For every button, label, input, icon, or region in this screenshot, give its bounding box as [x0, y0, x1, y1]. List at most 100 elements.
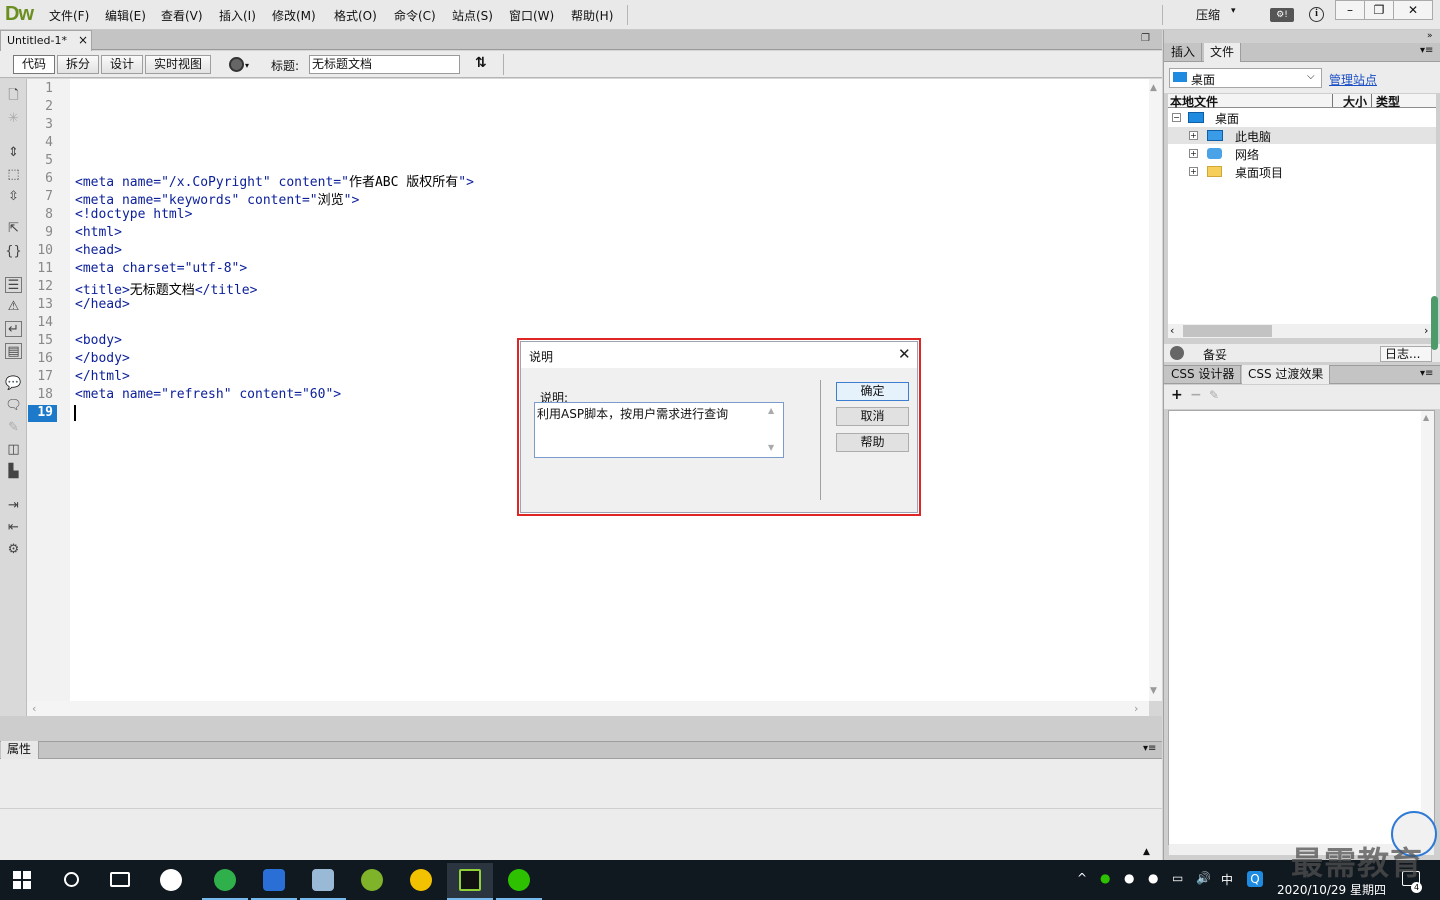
- indent-code-icon[interactable]: ⇥: [5, 498, 22, 514]
- edit-transition-icon[interactable]: ✎: [1209, 388, 1219, 402]
- close-icon[interactable]: ✕: [898, 345, 911, 363]
- editor-vertical-scrollbar[interactable]: [1149, 79, 1162, 701]
- design-view-button[interactable]: 设计: [101, 55, 143, 74]
- ok-button[interactable]: 确定: [836, 382, 909, 401]
- menu-edit[interactable]: 编辑(E): [105, 7, 146, 24]
- collapse-full-tag-icon[interactable]: ⇕: [5, 145, 22, 161]
- move-css-icon[interactable]: ▙: [5, 464, 22, 480]
- column-separator[interactable]: [1371, 94, 1372, 107]
- tree-item-network[interactable]: 网络: [1235, 146, 1259, 163]
- close-window-button[interactable]: ✕: [1393, 0, 1433, 20]
- taskbar-app[interactable]: [300, 863, 346, 900]
- files-scroll-thumb[interactable]: [1183, 325, 1272, 337]
- chevron-down-icon[interactable]: ▾: [1231, 6, 1236, 16]
- qq-tray-icon[interactable]: ●: [1148, 871, 1158, 885]
- menu-insert[interactable]: 插入(I): [219, 7, 256, 24]
- panel-menu-icon[interactable]: ▾≡: [1420, 368, 1433, 379]
- scroll-up-icon[interactable]: ▲: [1150, 83, 1157, 93]
- remove-transition-icon[interactable]: −: [1190, 387, 1202, 403]
- side-scroll-handle[interactable]: [1431, 296, 1438, 350]
- menu-file[interactable]: 文件(F): [49, 7, 89, 24]
- manage-site-link[interactable]: 管理站点: [1329, 71, 1377, 88]
- tray-overflow-icon[interactable]: ^: [1077, 871, 1087, 885]
- taskbar-app[interactable]: [148, 863, 194, 900]
- close-icon[interactable]: ×: [78, 33, 88, 47]
- collapse-panel-icon[interactable]: »: [1427, 31, 1433, 41]
- task-view-icon[interactable]: [110, 872, 130, 887]
- expand-arrow-icon[interactable]: ▲: [1143, 847, 1150, 857]
- taskbar-app[interactable]: [349, 863, 395, 900]
- maximize-button[interactable]: ❐: [1364, 0, 1394, 20]
- menu-commands[interactable]: 命令(C): [394, 7, 436, 24]
- expand-toggle-icon[interactable]: +: [1189, 167, 1198, 176]
- menu-modify[interactable]: 修改(M): [272, 7, 316, 24]
- windows-start-icon[interactable]: [13, 871, 31, 889]
- taskbar-app[interactable]: [496, 863, 542, 900]
- remove-comment-icon[interactable]: 🗨: [5, 398, 22, 414]
- title-input[interactable]: 无标题文档: [309, 55, 460, 74]
- qq-tray-icon[interactable]: ●: [1124, 871, 1134, 885]
- cancel-button[interactable]: 取消: [836, 407, 909, 426]
- scroll-up-icon[interactable]: ▲: [1423, 413, 1429, 422]
- balance-braces-icon[interactable]: {}: [5, 244, 22, 260]
- editor-horizontal-scrollbar[interactable]: [27, 701, 1149, 716]
- tree-item-this-pc[interactable]: 此电脑: [1235, 128, 1271, 145]
- expand-toggle-icon[interactable]: +: [1189, 149, 1198, 158]
- menu-format[interactable]: 格式(O): [334, 7, 377, 24]
- taskbar-app[interactable]: [398, 863, 444, 900]
- scroll-down-icon[interactable]: ▼: [1150, 686, 1157, 696]
- expand-toggle-icon[interactable]: +: [1189, 131, 1198, 140]
- search-icon[interactable]: [64, 872, 79, 887]
- show-code-navigator-icon[interactable]: ✳: [5, 111, 22, 127]
- scroll-left-icon[interactable]: ‹: [32, 702, 36, 715]
- split-view-button[interactable]: 拆分: [57, 55, 99, 74]
- line-numbers-icon[interactable]: ☰: [5, 277, 22, 293]
- network-tray-icon[interactable]: ▭: [1172, 871, 1183, 885]
- live-view-button[interactable]: 实时视图: [145, 55, 211, 74]
- collapse-toggle-icon[interactable]: −: [1172, 113, 1181, 122]
- taskbar-app[interactable]: [251, 863, 297, 900]
- panel-menu-icon[interactable]: ▾≡: [1143, 743, 1156, 754]
- tab-files[interactable]: 文件: [1204, 43, 1242, 62]
- help-button[interactable]: 帮助: [836, 433, 909, 452]
- word-wrap-icon[interactable]: ↵: [5, 321, 22, 337]
- wrap-tag-icon[interactable]: ✎: [5, 420, 22, 436]
- gear-icon[interactable]: ⚙!: [1270, 8, 1294, 22]
- scroll-left-icon[interactable]: ‹: [1170, 324, 1174, 337]
- open-documents-icon[interactable]: 🗋: [5, 88, 22, 104]
- tree-item-desktop[interactable]: 桌面: [1215, 110, 1239, 127]
- outdent-code-icon[interactable]: ⇤: [5, 520, 22, 536]
- menu-site[interactable]: 站点(S): [452, 7, 493, 24]
- expand-all-icon[interactable]: ⇳: [5, 189, 22, 205]
- code-view-button[interactable]: 代码: [13, 55, 55, 74]
- tab-css-transitions[interactable]: CSS 过渡效果: [1242, 365, 1331, 384]
- log-button[interactable]: 日志...: [1380, 346, 1432, 362]
- format-source-icon[interactable]: ⚙: [5, 542, 22, 558]
- input-method-indicator[interactable]: 中: [1221, 871, 1233, 888]
- file-management-icon[interactable]: ⇅: [475, 55, 487, 71]
- collapse-selection-icon[interactable]: ⬚: [5, 167, 22, 183]
- scroll-down-icon[interactable]: ▼: [768, 443, 774, 452]
- scroll-right-icon[interactable]: ›: [1424, 324, 1428, 337]
- document-tab[interactable]: Untitled-1* ×: [0, 30, 92, 51]
- chevron-down-icon[interactable]: ⌵: [1307, 71, 1315, 82]
- chevron-down-icon[interactable]: ▾: [245, 61, 249, 70]
- dialog-titlebar[interactable]: [521, 342, 917, 368]
- highlight-invalid-code-icon[interactable]: ⚠: [5, 299, 22, 315]
- menu-help[interactable]: 帮助(H): [571, 7, 613, 24]
- workspace-switcher[interactable]: 压缩: [1196, 6, 1220, 23]
- tree-item-desktop-items[interactable]: 桌面项目: [1235, 164, 1283, 181]
- syntax-coloring-icon[interactable]: ▤: [5, 343, 22, 359]
- info-icon[interactable]: i: [1309, 7, 1324, 22]
- restore-icon[interactable]: ❐: [1141, 33, 1150, 44]
- taskbar-app-dreamweaver[interactable]: [447, 863, 493, 900]
- select-parent-tag-icon[interactable]: ⇱: [5, 221, 22, 237]
- css-list-scrollbar[interactable]: [1421, 411, 1434, 844]
- taskbar-app[interactable]: [202, 863, 248, 900]
- qq-browser-tray-icon[interactable]: Q: [1247, 871, 1263, 887]
- apply-comment-icon[interactable]: 💬: [5, 376, 22, 392]
- scroll-right-icon[interactable]: ›: [1134, 702, 1138, 715]
- wechat-tray-icon[interactable]: ●: [1100, 871, 1110, 885]
- tab-css-designer[interactable]: CSS 设计器: [1165, 365, 1242, 384]
- panel-menu-icon[interactable]: ▾≡: [1420, 45, 1433, 56]
